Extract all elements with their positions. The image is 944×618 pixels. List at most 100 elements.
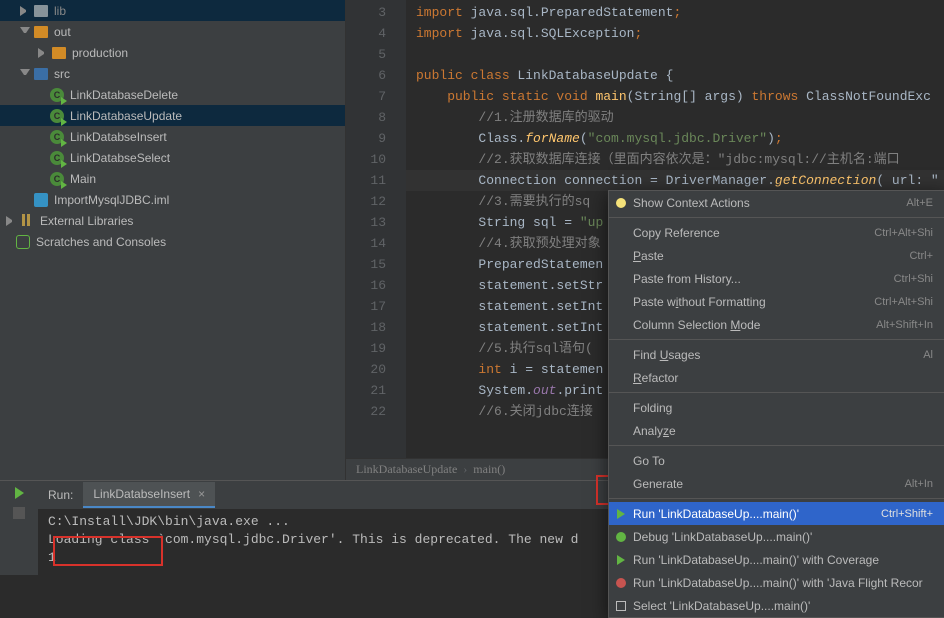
bug-icon — [614, 530, 627, 543]
folder-label: production — [72, 46, 128, 60]
libraries-icon — [20, 214, 34, 228]
scratch-icon — [16, 235, 30, 249]
chevron-right-icon — [6, 216, 16, 226]
file-label: ImportMysqlJDBC.iml — [54, 193, 169, 207]
menu-find-usages[interactable]: Find UsagesAl — [609, 343, 944, 366]
menu-debug[interactable]: Debug 'LinkDatabaseUp....main()' — [609, 525, 944, 548]
chevron-down-icon — [20, 27, 30, 37]
line-number[interactable]: 3 — [346, 2, 406, 23]
line-number[interactable]: 18 — [346, 317, 406, 338]
menu-paste-history[interactable]: Paste from History...Ctrl+Shi — [609, 267, 944, 290]
editor-gutter[interactable]: 3 4 5 6 7 8 9 10 11 12 13 14 15 16 17 18… — [346, 0, 406, 458]
project-tree[interactable]: lib out production src LinkDatabaseDelet… — [0, 0, 346, 480]
folder-icon — [34, 5, 48, 17]
tree-folder-out[interactable]: out — [0, 21, 345, 42]
menu-run-jfr[interactable]: Run 'LinkDatabaseUp....main()' with 'Jav… — [609, 571, 944, 594]
tree-scratches[interactable]: Scratches and Consoles — [0, 231, 345, 252]
tree-external-libraries[interactable]: External Libraries — [0, 210, 345, 231]
line-number[interactable]: 4 — [346, 23, 406, 44]
tree-class-select[interactable]: LinkDatabseSelect — [0, 147, 345, 168]
class-label: LinkDatabseInsert — [70, 130, 167, 144]
class-icon — [50, 130, 64, 144]
folder-icon — [52, 47, 66, 59]
tree-class-delete[interactable]: LinkDatabaseDelete — [0, 84, 345, 105]
line-number[interactable]: 6 — [346, 65, 406, 86]
line-number[interactable]: 10 — [346, 149, 406, 170]
line-number[interactable]: 14 — [346, 233, 406, 254]
line-number[interactable]: 12 — [346, 191, 406, 212]
tree-folder-lib[interactable]: lib — [0, 0, 345, 21]
source-folder-icon — [34, 68, 48, 80]
play-icon — [614, 507, 627, 520]
menu-show-context-actions[interactable]: Show Context ActionsAlt+E — [609, 191, 944, 214]
tab-label: LinkDatabseInsert — [93, 487, 190, 501]
menu-separator — [609, 445, 944, 446]
menu-run-coverage[interactable]: Run 'LinkDatabaseUp....main()' with Cove… — [609, 548, 944, 571]
module-icon — [34, 193, 48, 207]
menu-go-to[interactable]: Go To — [609, 449, 944, 472]
menu-paste-without-formatting[interactable]: Paste without FormattingCtrl+Alt+Shi — [609, 290, 944, 313]
menu-separator — [609, 217, 944, 218]
tree-label: External Libraries — [40, 214, 133, 228]
class-icon — [50, 88, 64, 102]
line-number[interactable]: 9 — [346, 128, 406, 149]
class-label: LinkDatabseSelect — [70, 151, 170, 165]
run-label: Run: — [38, 488, 83, 502]
class-icon — [50, 151, 64, 165]
breadcrumb-method[interactable]: main() — [473, 462, 505, 477]
menu-copy-reference[interactable]: Copy ReferenceCtrl+Alt+Shi — [609, 221, 944, 244]
chevron-down-icon — [20, 69, 30, 79]
line-number[interactable]: 15 — [346, 254, 406, 275]
class-label: Main — [70, 172, 96, 186]
close-icon[interactable]: × — [198, 487, 205, 501]
tree-class-insert[interactable]: LinkDatabseInsert — [0, 126, 345, 147]
menu-separator — [609, 339, 944, 340]
menu-run[interactable]: Run 'LinkDatabaseUp....main()'Ctrl+Shift… — [609, 502, 944, 525]
class-icon — [50, 172, 64, 186]
menu-paste[interactable]: PPasteasteCtrl+ — [609, 244, 944, 267]
menu-generate[interactable]: GenerateAlt+In — [609, 472, 944, 495]
select-icon — [614, 599, 627, 612]
run-config-tab[interactable]: LinkDatabseInsert × — [83, 482, 215, 508]
line-number[interactable]: 8 — [346, 107, 406, 128]
bulb-icon — [614, 196, 627, 209]
tree-label: Scratches and Consoles — [36, 235, 166, 249]
chevron-right-icon: › — [463, 462, 467, 477]
folder-label: src — [54, 67, 70, 81]
tree-class-update[interactable]: LinkDatabaseUpdate — [0, 105, 345, 126]
line-number[interactable]: 13 — [346, 212, 406, 233]
run-toolbar — [0, 481, 38, 575]
line-number[interactable]: 11 — [346, 170, 406, 191]
line-number[interactable]: 16 — [346, 275, 406, 296]
menu-select-config[interactable]: Select 'LinkDatabaseUp....main()' — [609, 594, 944, 617]
chevron-right-icon — [38, 48, 48, 58]
menu-column-selection[interactable]: Column Selection ModeAlt+Shift+In — [609, 313, 944, 336]
flight-recorder-icon — [614, 576, 627, 589]
folder-icon — [34, 26, 48, 38]
tree-folder-src[interactable]: src — [0, 63, 345, 84]
line-number[interactable]: 21 — [346, 380, 406, 401]
line-number[interactable]: 22 — [346, 401, 406, 422]
line-number[interactable]: 20 — [346, 359, 406, 380]
tree-folder-production[interactable]: production — [0, 42, 345, 63]
stop-button[interactable] — [13, 507, 25, 519]
class-label: LinkDatabaseDelete — [70, 88, 178, 102]
rerun-button[interactable] — [15, 487, 24, 499]
class-label: LinkDatabaseUpdate — [70, 109, 182, 123]
class-icon — [50, 109, 64, 123]
editor-context-menu[interactable]: Show Context ActionsAlt+E Copy Reference… — [608, 190, 944, 618]
tree-class-main[interactable]: Main — [0, 168, 345, 189]
menu-folding[interactable]: Folding — [609, 396, 944, 419]
tree-iml-file[interactable]: ImportMysqlJDBC.iml — [0, 189, 345, 210]
chevron-right-icon — [20, 6, 30, 16]
menu-separator — [609, 392, 944, 393]
line-number[interactable]: 7 — [346, 86, 406, 107]
coverage-icon — [614, 553, 627, 566]
line-number[interactable]: 17 — [346, 296, 406, 317]
menu-analyze[interactable]: Analyze — [609, 419, 944, 442]
breadcrumb-class[interactable]: LinkDatabaseUpdate — [356, 462, 457, 477]
menu-refactor[interactable]: Refactor — [609, 366, 944, 389]
line-number[interactable]: 19 — [346, 338, 406, 359]
menu-separator — [609, 498, 944, 499]
line-number[interactable]: 5 — [346, 44, 406, 65]
